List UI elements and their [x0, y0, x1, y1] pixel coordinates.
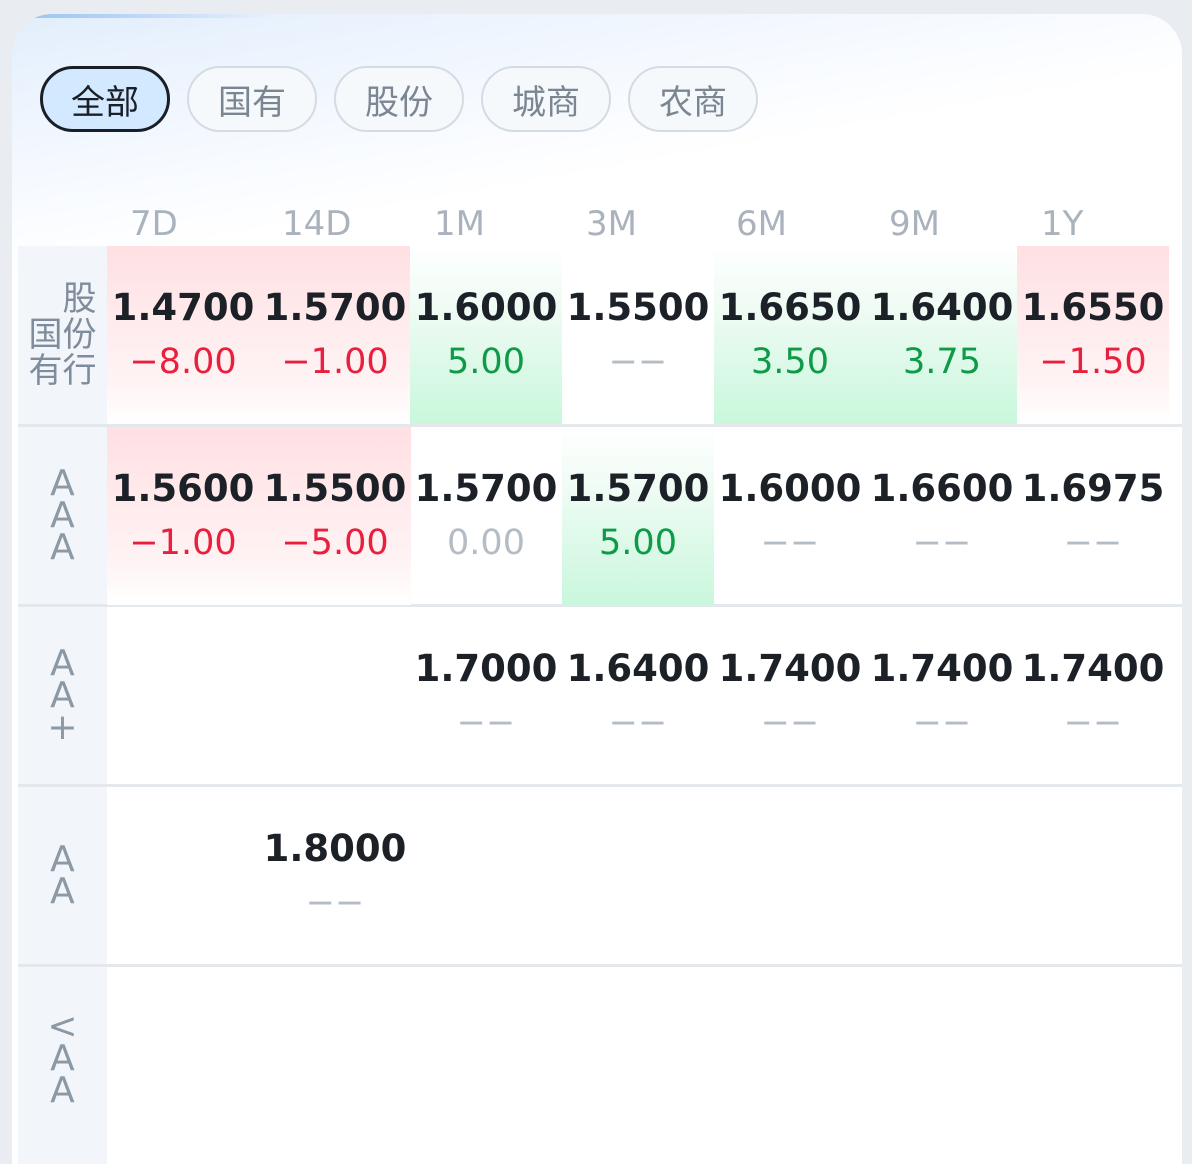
rate-cell-14d: [259, 607, 411, 785]
rate-value: 1.7400: [1021, 647, 1165, 690]
rate-change: −1.00: [281, 342, 389, 382]
rate-value: 1.7400: [870, 647, 1014, 690]
tab-rural-commercial-label: 农商: [659, 82, 727, 123]
rate-cell-3m: [562, 787, 714, 965]
rate-change: −−: [305, 883, 365, 923]
tenor-header-3m: 3M: [586, 204, 637, 244]
tab-city-commercial[interactable]: 城商: [481, 66, 611, 132]
rate-value: 1.6975: [1021, 467, 1165, 510]
rate-cell-3m[interactable]: 1.6400 −−: [562, 607, 714, 785]
row-label-below-aa-text: <AA: [47, 1006, 78, 1111]
rate-cell-7d[interactable]: 1.5600 −1.00: [107, 427, 259, 605]
rate-value: 1.4700: [111, 286, 255, 329]
rate-cell-7d[interactable]: 1.4700 −8.00: [107, 246, 259, 424]
rate-cell-1m[interactable]: 1.5700 0.00: [410, 427, 562, 605]
rate-change: −−: [608, 342, 668, 382]
rate-value: 1.6400: [870, 286, 1014, 329]
row-label-aa-text: AA: [50, 838, 75, 912]
tenor-header-9m: 9M: [889, 204, 940, 244]
rate-change: −−: [1063, 703, 1123, 743]
rate-cell-14d[interactable]: 1.8000 −−: [259, 787, 411, 965]
rate-change: −−: [912, 523, 972, 563]
rate-change: −−: [456, 703, 516, 743]
rate-cell-3m[interactable]: 1.5500 −−: [562, 246, 714, 424]
rate-cell-6m[interactable]: 1.6000 −−: [714, 427, 866, 605]
rate-value: 1.7000: [414, 647, 558, 690]
tab-all-label: 全部: [71, 82, 139, 123]
row-label-aa-plus-text: AA+: [47, 642, 78, 748]
rate-change: 5.00: [447, 342, 525, 382]
rate-value: 1.6600: [870, 467, 1014, 510]
rate-change: −8.00: [129, 342, 237, 382]
rate-cell-1m: [410, 787, 562, 965]
row-label-aa-plus[interactable]: AA+: [18, 607, 107, 784]
rate-cell-6m[interactable]: 1.7400 −−: [714, 607, 866, 785]
rate-cell-9m[interactable]: 1.7400 −−: [866, 607, 1018, 785]
rate-cell-9m: [866, 787, 1018, 965]
rate-change: 5.00: [599, 523, 677, 563]
row-label-below-aa[interactable]: <AA: [18, 967, 107, 1164]
tab-city-commercial-label: 城商: [512, 82, 580, 123]
rate-change: −5.00: [281, 523, 389, 563]
rate-value: 1.6400: [566, 647, 710, 690]
rate-cell-9m[interactable]: 1.6400 3.75: [866, 246, 1018, 424]
rate-cell-14d[interactable]: 1.5500 −5.00: [259, 427, 411, 605]
tab-state-owned-label: 国有: [218, 82, 286, 123]
tab-joint-stock[interactable]: 股份: [334, 66, 464, 132]
rate-cell-7d: [107, 607, 259, 785]
rate-value: 1.6550: [1021, 286, 1165, 329]
tenor-header-1y: 1Y: [1041, 204, 1084, 244]
rate-cell-1m[interactable]: 1.7000 −−: [410, 607, 562, 785]
rate-value: 1.5700: [566, 467, 710, 510]
rate-cell-7d: [107, 787, 259, 965]
rate-cell-3m[interactable]: 1.5700 5.00: [562, 427, 714, 605]
rate-cell-1m[interactable]: 1.6000 5.00: [410, 246, 562, 424]
tenor-header-6m: 6M: [736, 204, 787, 244]
rate-change: −−: [608, 703, 668, 743]
rate-value: 1.5600: [111, 467, 255, 510]
rates-card: 全部 国有 股份 城商 农商 7D 14D 1M 3M 6M 9M 1Y 国有 …: [12, 14, 1182, 1164]
tenor-header-7d: 7D: [130, 204, 178, 244]
tenor-header-14d: 14D: [282, 204, 352, 244]
rate-value: 1.5700: [414, 467, 558, 510]
rate-cell-14d[interactable]: 1.5700 −1.00: [259, 246, 411, 424]
row-label-right: 股份行: [62, 279, 97, 391]
rate-value: 1.5700: [263, 286, 407, 329]
rate-change: 3.75: [903, 342, 981, 382]
tab-all[interactable]: 全部: [40, 66, 170, 132]
tab-state-owned[interactable]: 国有: [187, 66, 317, 132]
rate-change: −1.00: [129, 523, 237, 563]
row-label-aaa-text: AAA: [50, 462, 75, 568]
rate-change: −−: [760, 523, 820, 563]
tab-rural-commercial[interactable]: 农商: [628, 66, 758, 132]
rate-change: 0.00: [447, 523, 525, 563]
tenor-header-1m: 1M: [434, 204, 485, 244]
rate-change: −−: [1063, 523, 1123, 563]
row-label-aa[interactable]: AA: [18, 787, 107, 964]
row-label-aaa[interactable]: AAA: [18, 427, 107, 604]
rate-value: 1.6000: [718, 467, 862, 510]
rate-value: 1.5500: [566, 286, 710, 329]
rate-change: 3.50: [751, 342, 829, 382]
rate-cell-6m[interactable]: 1.6650 3.50: [714, 246, 866, 424]
row-label-state-joint-stock[interactable]: 国有 股份行: [18, 246, 107, 424]
tab-joint-stock-label: 股份: [365, 82, 433, 123]
rate-value: 1.7400: [718, 647, 862, 690]
rate-value: 1.8000: [263, 827, 407, 870]
row-label-left: 国有: [28, 315, 63, 391]
rate-cell-1y[interactable]: 1.6975 −−: [1017, 427, 1169, 605]
rate-change: −−: [912, 703, 972, 743]
rate-cell-1y[interactable]: 1.6550 −1.50: [1017, 246, 1169, 424]
rate-change: −1.50: [1039, 342, 1147, 382]
rate-cell-1y[interactable]: 1.7400 −−: [1017, 607, 1169, 785]
rate-value: 1.5500: [263, 467, 407, 510]
rate-change: −−: [760, 703, 820, 743]
rate-cell-6m: [714, 787, 866, 965]
rate-value: 1.6000: [414, 286, 558, 329]
rate-value: 1.6650: [718, 286, 862, 329]
rate-cell-1y: [1017, 787, 1169, 965]
rate-cell-9m[interactable]: 1.6600 −−: [866, 427, 1018, 605]
